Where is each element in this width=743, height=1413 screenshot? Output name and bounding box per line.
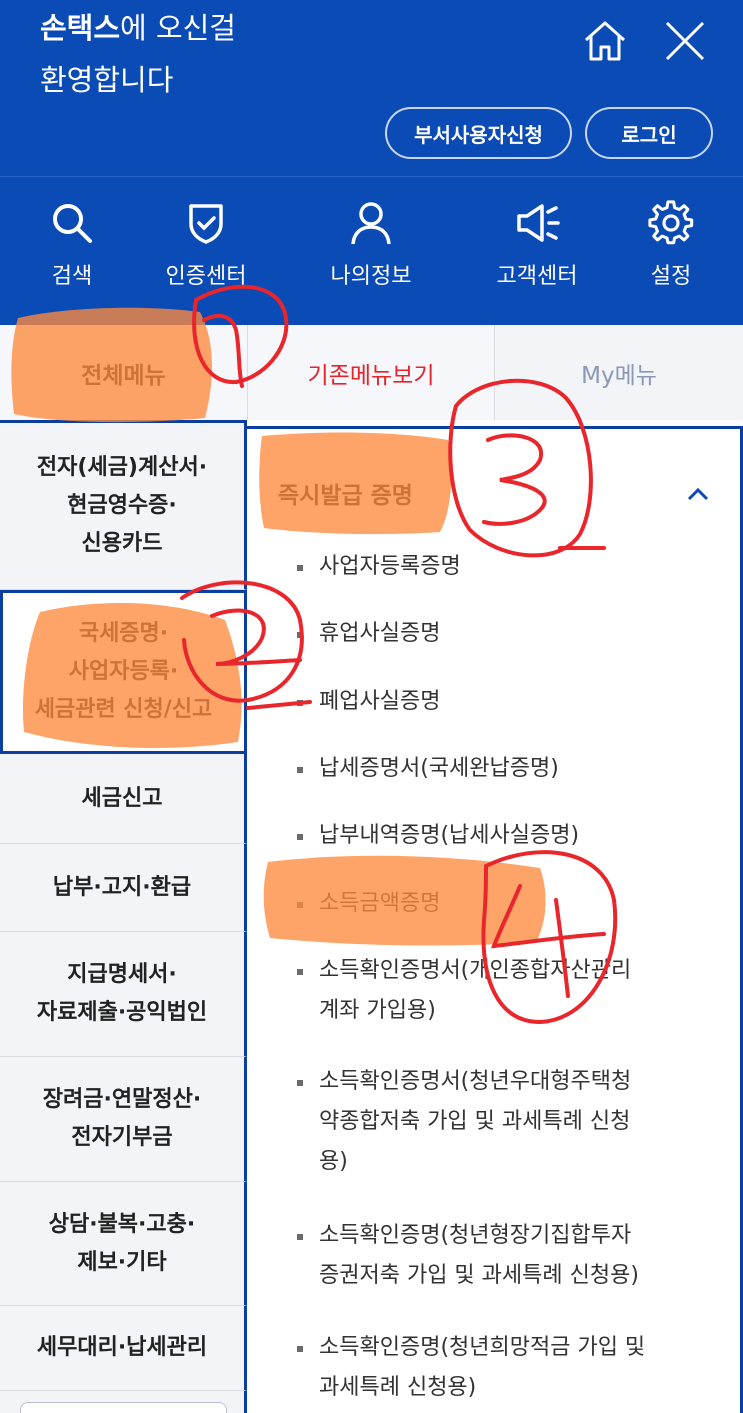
welcome-message: 손택스에 오신걸 환영합니다	[40, 8, 236, 100]
submenu-item[interactable]: 폐업사실증명	[297, 682, 440, 722]
submenu-line: 소득확인증명서(청년우대형주택청	[319, 1069, 632, 1094]
category-item-tax-agent[interactable]: 세무대리·납세관리	[0, 1306, 247, 1391]
category-line: 사업자등록·	[68, 659, 179, 684]
home-icon[interactable]	[580, 16, 630, 66]
submenu-line: 증권저축 가입 및 과세특례 신청용)	[319, 1263, 639, 1288]
category-item-incentive[interactable]: 장려금·연말정산· 전자기부금	[0, 1057, 247, 1182]
category-line: 납부·고지·환급	[52, 874, 192, 900]
chevron-up-icon[interactable]	[686, 486, 710, 502]
submenu-line: 사업자등록증명	[319, 554, 461, 579]
category-line: 지급명세서·	[67, 962, 177, 987]
category-line: 현금영수증·	[67, 493, 177, 518]
submenu-line: 용)	[319, 1149, 348, 1174]
nav-auth-center-label: 인증센터	[165, 264, 247, 289]
submenu-item[interactable]: 납부내역증명(납세사실증명)	[297, 816, 579, 856]
submenu-item[interactable]: 소득확인증명서(청년우대형주택청 약종합저축 가입 및 과세특례 신청 용)	[297, 1062, 631, 1182]
submenu-item[interactable]: 휴업사실증명	[297, 614, 440, 654]
menu-tabs: 전체메뉴 기존메뉴보기 My메뉴	[0, 325, 743, 420]
shield-check-icon	[189, 204, 223, 244]
submenu-line: 계좌 가입용)	[319, 998, 436, 1023]
nav-settings-label: 설정	[650, 264, 692, 289]
submenu-item[interactable]: 사업자등록증명	[297, 547, 461, 587]
dept-user-apply-button[interactable]: 부서사용자신청	[385, 107, 572, 159]
category-line: 제보·기타	[77, 1249, 167, 1275]
category-line: 신용카드	[81, 531, 163, 556]
category-line: 세금신고	[81, 785, 163, 811]
submenu-line: 과세특례 신청용)	[319, 1375, 477, 1400]
submenu-item[interactable]: 소득확인증명서(개인종합자산관리 계좌 가입용)	[297, 951, 631, 1031]
submenu-item[interactable]: 소득금액증명	[297, 884, 440, 924]
section-title[interactable]: 즉시발급 증명	[278, 476, 413, 510]
welcome-text: 에 오신걸	[120, 11, 236, 45]
submenu-item[interactable]: 납세증명서(국세완납증명)	[297, 749, 559, 789]
welcome-line2: 환영합니다	[40, 63, 174, 97]
close-icon[interactable]	[660, 16, 710, 66]
nav-my-info-label: 나의정보	[330, 264, 412, 289]
category-item-payment-statement[interactable]: 지급명세서· 자료제출·공익법인	[0, 932, 247, 1057]
nav-customer-center-label: 고객센터	[496, 264, 578, 289]
submenu-line: 약종합저축 가입 및 과세특례 신청	[319, 1109, 631, 1134]
submenu-line: 폐업사실증명	[319, 689, 441, 714]
category-line: 자료제출·공익법인	[36, 1000, 208, 1025]
submenu-line: 소득금액증명	[319, 891, 441, 916]
nav-settings[interactable]: 설정	[611, 200, 731, 290]
user-icon	[351, 202, 391, 245]
submenu-line: 휴업사실증명	[319, 621, 441, 646]
category-item-partial[interactable]	[20, 1402, 227, 1413]
category-line: 장려금·연말정산·	[42, 1087, 202, 1112]
header-divider	[0, 176, 743, 177]
search-icon	[53, 204, 92, 243]
nav-search-label: 검색	[51, 264, 93, 289]
category-item-tax-certificate[interactable]: 국세증명· 사업자등록· 세금관련 신청/신고	[0, 590, 247, 754]
category-line: 전자기부금	[71, 1125, 173, 1150]
nav-my-info[interactable]: 나의정보	[311, 200, 431, 290]
submenu-line: 소득확인증명서(개인종합자산관리	[319, 958, 632, 983]
category-item-tax-filing[interactable]: 세금신고	[0, 754, 247, 844]
tab-all-menu[interactable]: 전체메뉴	[0, 325, 247, 420]
category-line: 세금관련 신청/신고	[34, 697, 213, 722]
nav-auth-center[interactable]: 인증센터	[146, 200, 266, 290]
category-line: 전자(세금)계산서·	[36, 455, 208, 480]
submenu-line: 소득확인증명(청년형장기집합투자	[319, 1223, 632, 1248]
login-button[interactable]: 로그인	[585, 107, 713, 159]
category-line: 상담·불복·고충·	[48, 1211, 196, 1237]
category-item-payment[interactable]: 납부·고지·환급	[0, 844, 247, 932]
nav-customer-center[interactable]: 고객센터	[477, 200, 597, 290]
submenu-item[interactable]: 소득확인증명(청년형장기집합투자 증권저축 가입 및 과세특례 신청용)	[297, 1216, 639, 1296]
category-line: 국세증명·	[78, 621, 169, 646]
category-line: 세무대리·납세관리	[36, 1335, 208, 1360]
nav-search[interactable]: 검색	[12, 200, 132, 290]
submenu-line: 소득확인증명(청년희망적금 가입 및	[319, 1335, 646, 1360]
category-item-consultation[interactable]: 상담·불복·고충· 제보·기타	[0, 1182, 247, 1306]
gear-icon	[648, 200, 694, 245]
tab-old-menu[interactable]: 기존메뉴보기	[247, 325, 495, 420]
app-header: 손택스에 오신걸 환영합니다 부서사용자신청 로그인 검색 인증센터 나의정보	[0, 0, 743, 325]
tab-my-menu[interactable]: My메뉴	[495, 325, 743, 420]
megaphone-icon	[517, 204, 560, 242]
category-item-e-invoice[interactable]: 전자(세금)계산서· 현금영수증· 신용카드	[0, 420, 247, 590]
submenu-line: 납부내역증명(납세사실증명)	[319, 823, 580, 848]
submenu-item[interactable]: 소득확인증명(청년희망적금 가입 및 과세특례 신청용)	[297, 1328, 645, 1408]
brand-name: 손택스	[40, 11, 121, 45]
submenu-line: 납세증명서(국세완납증명)	[319, 756, 559, 781]
